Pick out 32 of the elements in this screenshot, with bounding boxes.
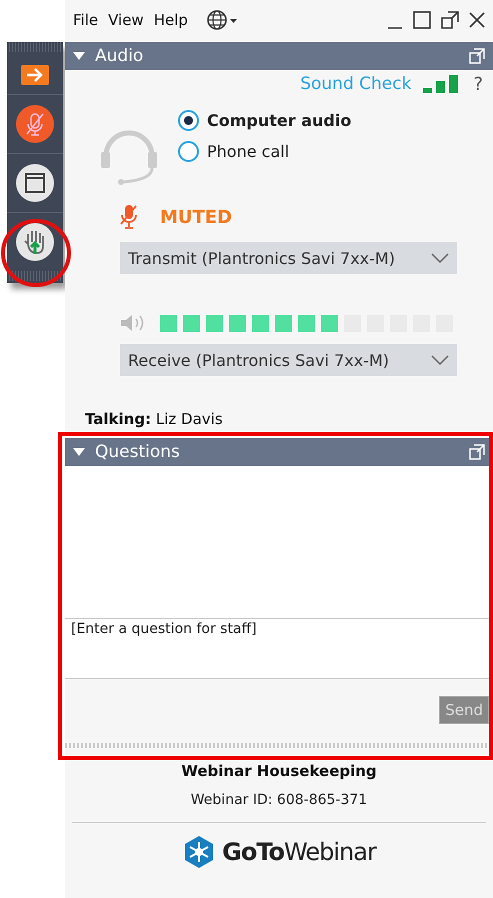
collapse-icon[interactable] [73, 51, 85, 61]
webinar-id: Webinar ID: 608-865-371 [190, 792, 368, 808]
window-icon[interactable] [15, 163, 55, 203]
highlight-circle [0, 218, 72, 288]
mic-status: MUTED [160, 206, 232, 228]
maximize-icon[interactable] [413, 11, 431, 29]
talking-status: Talking: Liz Davis [85, 410, 224, 428]
menu-item[interactable]: View [108, 11, 144, 29]
transmit-dropdown[interactable]: Transmit (Plantronics Savi 7xx-M) [120, 242, 457, 274]
radio-option[interactable]: Phone call [178, 141, 352, 162]
chevron-icon [431, 253, 449, 263]
webinar-title: Webinar Housekeeping [181, 762, 377, 780]
radio-option[interactable]: Computer audio [178, 110, 352, 131]
chevron-icon [431, 355, 449, 365]
menu-item[interactable]: Help [154, 11, 188, 29]
logo-text: GoToWebinar [222, 838, 376, 866]
panel-header[interactable]: Audio [65, 42, 493, 70]
popout-icon[interactable] [441, 11, 459, 29]
close-icon[interactable] [469, 12, 485, 28]
panel-title: Audio [95, 46, 144, 66]
receive-dropdown[interactable]: Receive (Plantronics Savi 7xx-M) [120, 344, 457, 376]
muted-mic-icon[interactable] [15, 104, 55, 144]
grip-handle[interactable] [7, 42, 63, 52]
muted-mic-icon [120, 204, 138, 230]
panel-title: Questions [95, 442, 181, 462]
raise-hand-icon[interactable] [15, 222, 55, 262]
menu-item[interactable]: File [73, 11, 98, 29]
radio-button[interactable] [178, 110, 199, 131]
collapse-icon[interactable] [73, 447, 85, 457]
help-button[interactable]: ? [473, 74, 483, 94]
speaker-icon [120, 314, 146, 332]
radio-button[interactable] [178, 141, 199, 162]
